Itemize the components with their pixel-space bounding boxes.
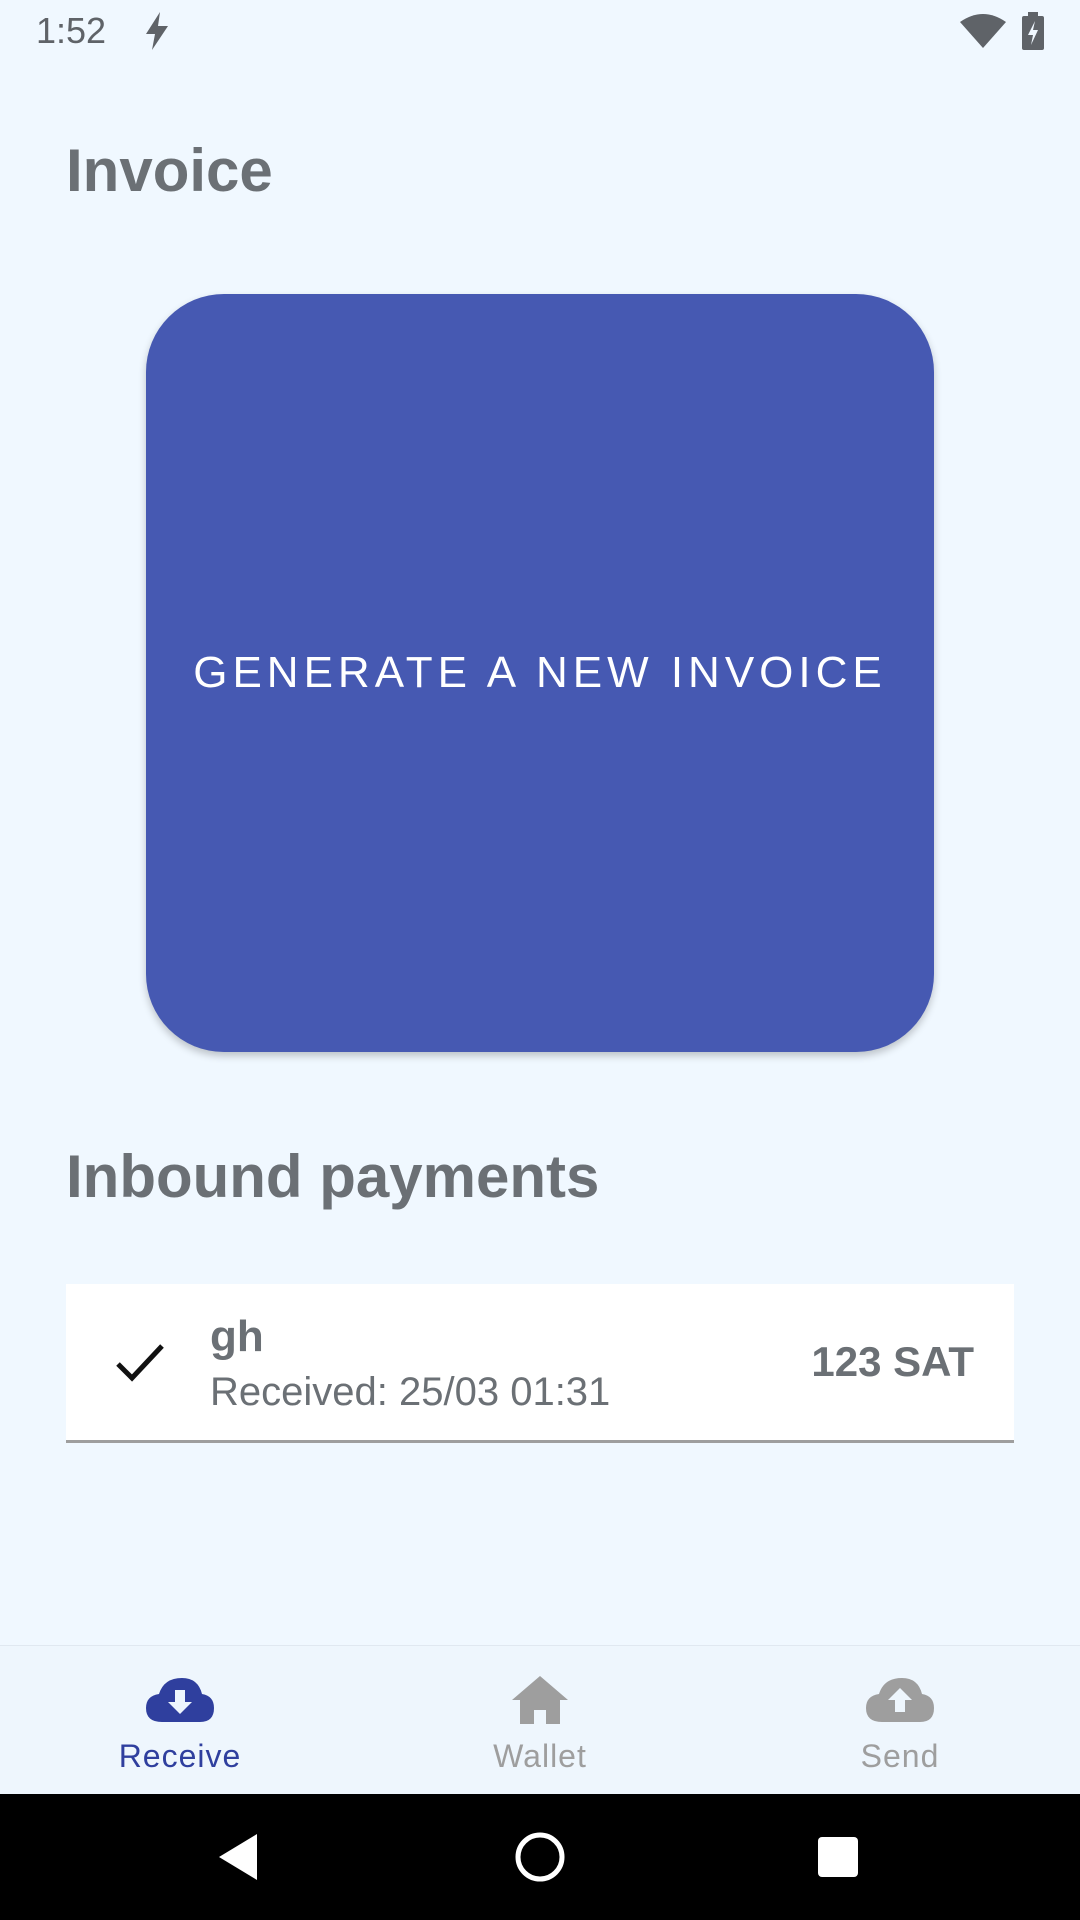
bottom-navigation: Receive Wallet Send — [0, 1645, 1080, 1795]
wifi-icon — [960, 14, 1006, 48]
back-icon[interactable] — [205, 1824, 271, 1890]
inbound-payments-title: Inbound payments — [66, 1143, 600, 1210]
nav-receive-label: Receive — [118, 1738, 242, 1774]
recents-icon[interactable] — [805, 1824, 871, 1890]
home-icon — [512, 1676, 568, 1724]
battery-icon — [1022, 12, 1044, 50]
screen: 1:52 Invoice GENERATE A NEW INVOICE Inbo… — [0, 0, 1080, 1920]
nav-wallet-label: Wallet — [493, 1738, 587, 1774]
nav-receive[interactable]: Receive — [0, 1646, 360, 1795]
nav-send[interactable]: Send — [720, 1646, 1080, 1795]
cloud-download-icon — [146, 1678, 214, 1722]
cloud-upload-icon — [866, 1678, 934, 1722]
nav-wallet[interactable]: Wallet — [360, 1646, 720, 1795]
payment-received-date: Received: 25/03 01:31 — [210, 1370, 611, 1414]
charging-bolt-icon — [146, 12, 168, 50]
payment-amount: 123 SAT — [811, 1338, 974, 1385]
payment-name: gh — [210, 1312, 264, 1361]
nav-send-label: Send — [860, 1738, 940, 1774]
generate-invoice-label: GENERATE A NEW INVOICE — [193, 648, 887, 697]
generate-invoice-button[interactable]: GENERATE A NEW INVOICE — [146, 294, 934, 1052]
check-icon — [116, 1344, 164, 1382]
home-button-icon[interactable] — [507, 1824, 573, 1890]
payment-list-item[interactable]: gh Received: 25/03 01:31 123 SAT — [66, 1284, 1014, 1443]
status-bar: 1:52 — [0, 0, 1080, 64]
status-time: 1:52 — [36, 10, 107, 51]
system-navigation-bar — [0, 1794, 1080, 1920]
page-title: Invoice — [66, 137, 273, 204]
